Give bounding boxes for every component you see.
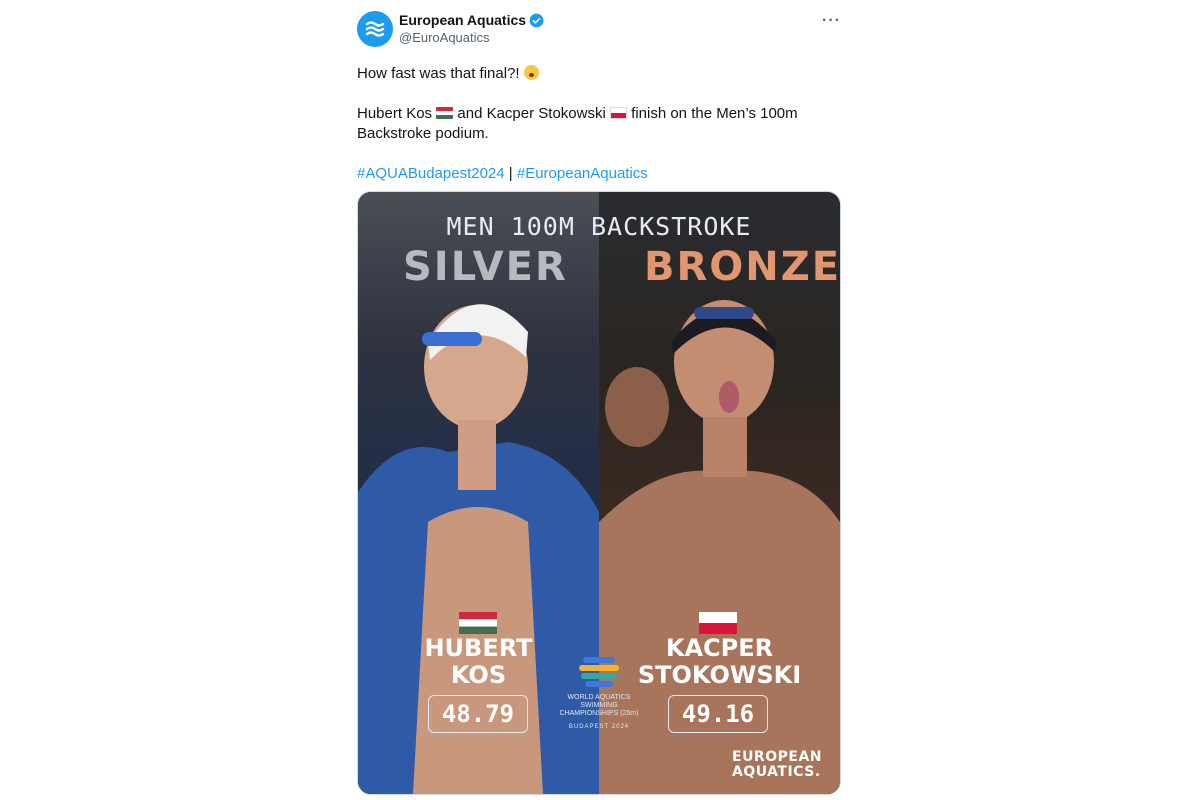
tweet-line-2b: and Kacper Stokowski	[457, 105, 606, 122]
tweet-image[interactable]: MEN 100M BACKSTROKE SILVER BRONZE HUBERT…	[357, 191, 841, 795]
hashtag-aqua-budapest[interactable]: #AQUABudapest2024	[357, 165, 505, 182]
event-logo-line3: CHAMPIONSHIPS (25m)	[559, 710, 639, 717]
event-logo-line2: SWIMMING	[580, 702, 618, 709]
tweet-line-2a: Hubert Kos	[357, 105, 433, 122]
european-aquatics-logo: EUROPEAN AQUATICS.	[732, 750, 822, 780]
tweet-line-1: How fast was that final?!	[357, 65, 520, 82]
hashtag-separator: |	[508, 165, 513, 182]
silver-time: 48.79	[428, 695, 528, 733]
hungary-flag-icon	[459, 612, 497, 634]
waves-logo-icon	[365, 21, 385, 37]
tweet: European Aquatics @EuroAquatics ··· How …	[357, 8, 841, 795]
more-horizontal-icon[interactable]: ···	[822, 12, 841, 30]
verified-badge-icon	[529, 13, 544, 27]
brand-line1: EUROPEAN	[732, 749, 822, 765]
poland-flag-icon	[699, 612, 737, 634]
event-logo-city: BUDAPEST 2024	[568, 724, 630, 730]
tweet-text: How fast was that final?! Hubert Kos and…	[357, 64, 841, 184]
poland-flag-icon	[609, 107, 627, 119]
silver-label: SILVER	[403, 244, 568, 290]
hungary-flag-icon	[436, 107, 454, 119]
hashtag-european-aquatics[interactable]: #EuropeanAquatics	[517, 165, 648, 182]
graphic-heading: MEN 100M BACKSTROKE	[446, 212, 752, 241]
championship-emblem-icon	[579, 657, 619, 687]
bronze-label: BRONZE	[644, 244, 841, 290]
avatar[interactable]	[357, 11, 393, 47]
author-names: European Aquatics @EuroAquatics	[399, 11, 544, 47]
handle[interactable]: @EuroAquatics	[399, 29, 544, 47]
astonished-emoji-icon	[523, 65, 539, 80]
tweet-header: European Aquatics @EuroAquatics ···	[357, 8, 841, 52]
world-aquatics-championships-logo: WORLD AQUATICS SWIMMING CHAMPIONSHIPS (2…	[554, 655, 644, 730]
bronze-time: 49.16	[668, 695, 768, 733]
event-logo-line1: WORLD AQUATICS	[567, 694, 631, 701]
display-name[interactable]: European Aquatics	[399, 11, 526, 29]
brand-line2: AQUATICS.	[732, 764, 821, 780]
